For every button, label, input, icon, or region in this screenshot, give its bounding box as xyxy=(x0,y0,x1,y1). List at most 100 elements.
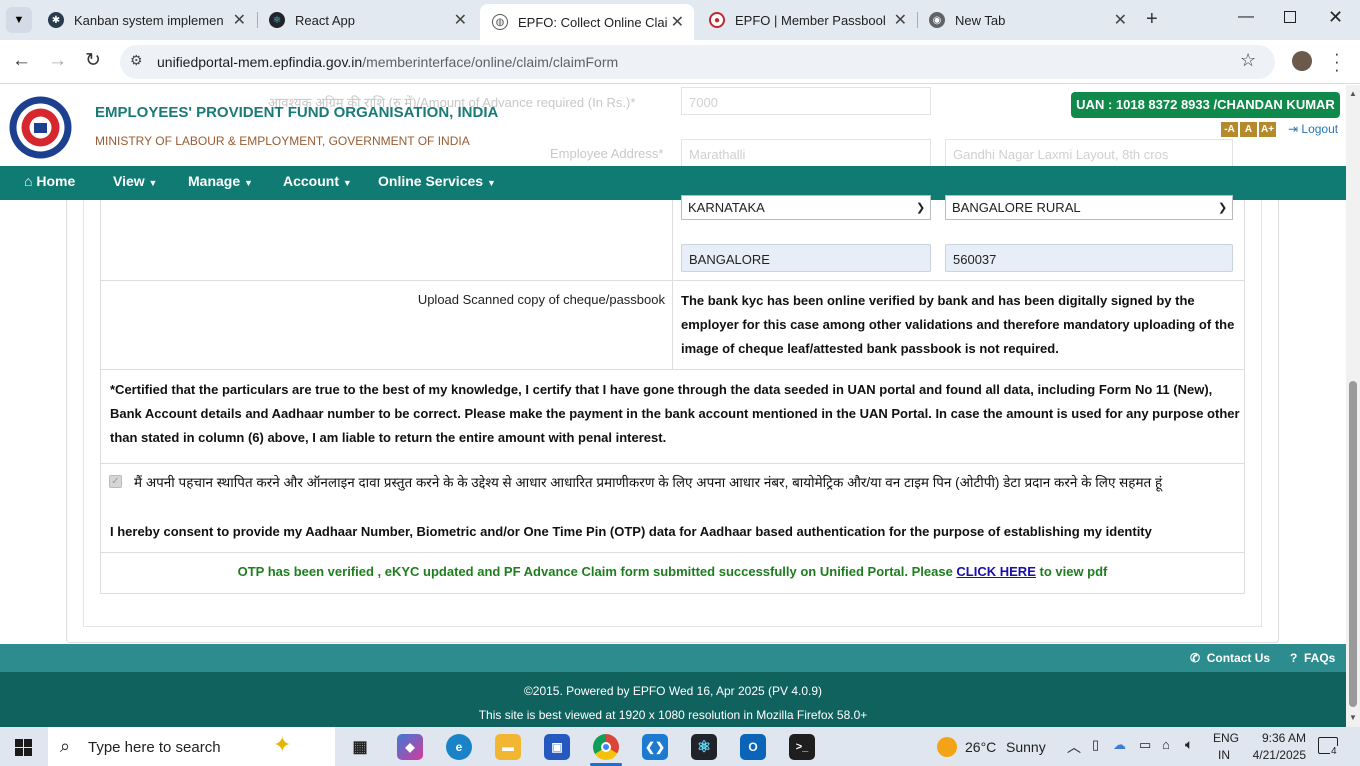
close-icon[interactable]: ✕ xyxy=(454,10,467,30)
district-select[interactable]: BANGALORE RURAL xyxy=(945,195,1233,220)
clock-time[interactable]: 9:36 AM xyxy=(1250,731,1306,745)
nav-manage[interactable]: Manage ▼ xyxy=(188,166,253,200)
best-viewed-text: This site is best viewed at 1920 x 1080 … xyxy=(478,708,868,722)
terminal-icon[interactable]: >_ xyxy=(789,734,815,760)
uan-badge: UAN : 1018 8372 8933 /CHANDAN KUMAR xyxy=(1071,92,1340,118)
language-bottom[interactable]: IN xyxy=(1218,748,1230,762)
kyc-note: The bank kyc has been online verified by… xyxy=(681,293,1235,356)
nav-online-services[interactable]: Online Services ▼ xyxy=(378,166,496,200)
success-tail: to view pdf xyxy=(1039,564,1108,579)
file-explorer-icon[interactable]: ▬ xyxy=(495,734,521,760)
outlook-icon[interactable]: O xyxy=(740,734,766,760)
vertical-scrollbar[interactable]: ▲ ▼ xyxy=(1346,85,1360,727)
faqs-label: FAQs xyxy=(1304,651,1336,665)
language-top[interactable]: ENG xyxy=(1213,731,1239,745)
weather-desc: Sunny xyxy=(1006,739,1046,755)
success-message: OTP has been verified , eKYC updated and… xyxy=(101,564,1244,579)
minimize-icon[interactable]: — xyxy=(1238,8,1254,26)
tab-epfo-claim[interactable]: ◍ EPFO: Collect Online Claim F ✕ xyxy=(480,4,694,40)
state-select[interactable]: KARNATAKA xyxy=(681,195,931,220)
nav-view[interactable]: View ▼ xyxy=(113,166,157,200)
faqs-link[interactable]: ? FAQs xyxy=(1290,651,1335,665)
font-normal-button[interactable]: A xyxy=(1240,122,1257,137)
tab-title: EPFO: Collect Online Claim F xyxy=(518,14,668,30)
site-info-icon[interactable]: ⚙ xyxy=(130,52,143,69)
task-view-icon[interactable]: ▦ xyxy=(347,734,373,760)
logout-icon: ⇥ xyxy=(1288,122,1299,136)
window-close-icon[interactable]: ✕ xyxy=(1328,7,1343,28)
question-icon: ? xyxy=(1290,651,1298,665)
font-decrease-button[interactable]: -A xyxy=(1221,122,1238,137)
windows-taskbar: ⌕ Type here to search ✦ ▦ ◆ e ▬ ▣ ❮❯ ⚛ O… xyxy=(0,727,1360,766)
click-here-link[interactable]: CLICK HERE xyxy=(956,564,1035,579)
consent-row: ✓ मैं अपनी पहचान स्थापित करने और ऑनलाइन … xyxy=(100,464,1245,553)
ghost-address-field-1: Marathalli xyxy=(681,139,931,166)
close-icon[interactable]: ✕ xyxy=(671,12,684,32)
close-icon[interactable]: ✕ xyxy=(894,10,907,30)
bookmark-star-icon[interactable]: ☆ xyxy=(1240,50,1256,71)
home-icon: ⌂ xyxy=(24,173,33,189)
tray-device-icon[interactable]: ▯ xyxy=(1092,737,1099,753)
store-icon[interactable]: ▣ xyxy=(544,734,570,760)
tab-react-app[interactable]: ⚛ React App ✕ xyxy=(257,6,477,34)
certification-text: *Certified that the particulars are true… xyxy=(110,382,1240,445)
tray-cloud-icon[interactable]: ☁ xyxy=(1113,737,1126,753)
restore-icon[interactable] xyxy=(1284,11,1296,23)
scroll-up-icon[interactable]: ▲ xyxy=(1349,89,1357,98)
tab-kanban[interactable]: ✱ Kanban system implementat ✕ xyxy=(36,6,256,34)
tab-search-button[interactable]: ▼ xyxy=(6,7,32,33)
chrome-icon[interactable] xyxy=(593,734,619,760)
chevron-up-icon[interactable]: ︿ xyxy=(1067,737,1081,757)
copilot-icon[interactable]: ◆ xyxy=(397,734,423,760)
browser-tab-strip: ▼ ✱ Kanban system implementat ✕ ⚛ React … xyxy=(0,0,1360,40)
phone-icon: ✆ xyxy=(1190,651,1201,665)
address-bar[interactable]: ⚙ unifiedportal-mem.epfindia.gov.in/memb… xyxy=(120,45,1275,79)
font-increase-button[interactable]: A+ xyxy=(1259,122,1276,137)
tab-title: New Tab xyxy=(955,12,1006,28)
nav-account[interactable]: Account ▼ xyxy=(283,166,352,200)
tray-battery-icon[interactable]: ▭ xyxy=(1139,737,1151,753)
caret-down-icon: ▼ xyxy=(244,178,253,188)
caret-down-icon: ▼ xyxy=(148,178,158,188)
tray-network-icon[interactable]: ⌂ xyxy=(1162,737,1170,752)
logout-link[interactable]: ⇥ Logout xyxy=(1288,122,1338,136)
chevron-down-icon: ❯ xyxy=(916,202,926,214)
react-devtools-icon[interactable]: ⚛ xyxy=(691,734,717,760)
close-icon[interactable]: ✕ xyxy=(233,10,246,30)
profile-avatar[interactable] xyxy=(1292,51,1312,71)
ghost-address-field-2: Gandhi Nagar Laxmi Layout, 8th cros xyxy=(945,139,1233,166)
caret-down-icon: ▼ xyxy=(342,178,352,188)
windows-start-icon[interactable] xyxy=(15,739,32,756)
copyright-text: ©2015. Powered by EPFO Wed 16, Apr 2025 … xyxy=(523,684,823,698)
caret-down-icon: ▼ xyxy=(486,178,496,188)
org-name: EMPLOYEES' PROVIDENT FUND ORGANISATION, … xyxy=(95,104,499,121)
menu-kebab-icon[interactable]: · · · xyxy=(1334,45,1340,78)
consent-english: I hereby consent to provide my Aadhaar N… xyxy=(110,524,1152,539)
ghost-amount-field: 7000 xyxy=(681,87,931,115)
search-placeholder: Type here to search xyxy=(88,739,221,756)
reload-icon[interactable]: ↻ xyxy=(85,49,101,72)
scroll-down-icon[interactable]: ▼ xyxy=(1349,713,1357,722)
tray-volume-icon[interactable]: 🔈︎ xyxy=(1185,736,1193,753)
vscode-icon[interactable]: ❮❯ xyxy=(642,734,668,760)
taskbar-search-box[interactable]: ⌕ Type here to search ✦ xyxy=(48,727,335,766)
close-icon[interactable]: ✕ xyxy=(1114,10,1127,30)
tab-new-tab[interactable]: ◉ New Tab ✕ xyxy=(917,6,1137,34)
city-input[interactable]: BANGALORE xyxy=(681,244,931,272)
clock-date[interactable]: 4/21/2025 xyxy=(1243,748,1306,762)
browser-toolbar: ← → ↻ ⚙ unifiedportal-mem.epfindia.gov.i… xyxy=(0,40,1360,84)
nav-home[interactable]: ⌂ Home xyxy=(24,166,75,200)
tab-title: React App xyxy=(295,12,355,28)
new-tab-plus-icon[interactable]: + xyxy=(1146,8,1158,31)
back-arrow-icon[interactable]: ← xyxy=(12,50,31,72)
nav-online-services-label: Online Services xyxy=(378,173,484,189)
edge-icon[interactable]: e xyxy=(446,734,472,760)
nav-account-label: Account xyxy=(283,173,339,189)
contact-us-link[interactable]: ✆ Contact Us xyxy=(1190,651,1270,665)
footer: ©2015. Powered by EPFO Wed 16, Apr 2025 … xyxy=(0,672,1346,727)
chevron-down-icon: ❯ xyxy=(1218,202,1228,214)
forward-arrow-icon[interactable]: → xyxy=(48,50,67,72)
tab-passbook[interactable]: ● EPFO | Member Passbook ✕ xyxy=(697,6,917,34)
scrollbar-thumb[interactable] xyxy=(1349,381,1357,707)
pincode-input[interactable]: 560037 xyxy=(945,244,1233,272)
